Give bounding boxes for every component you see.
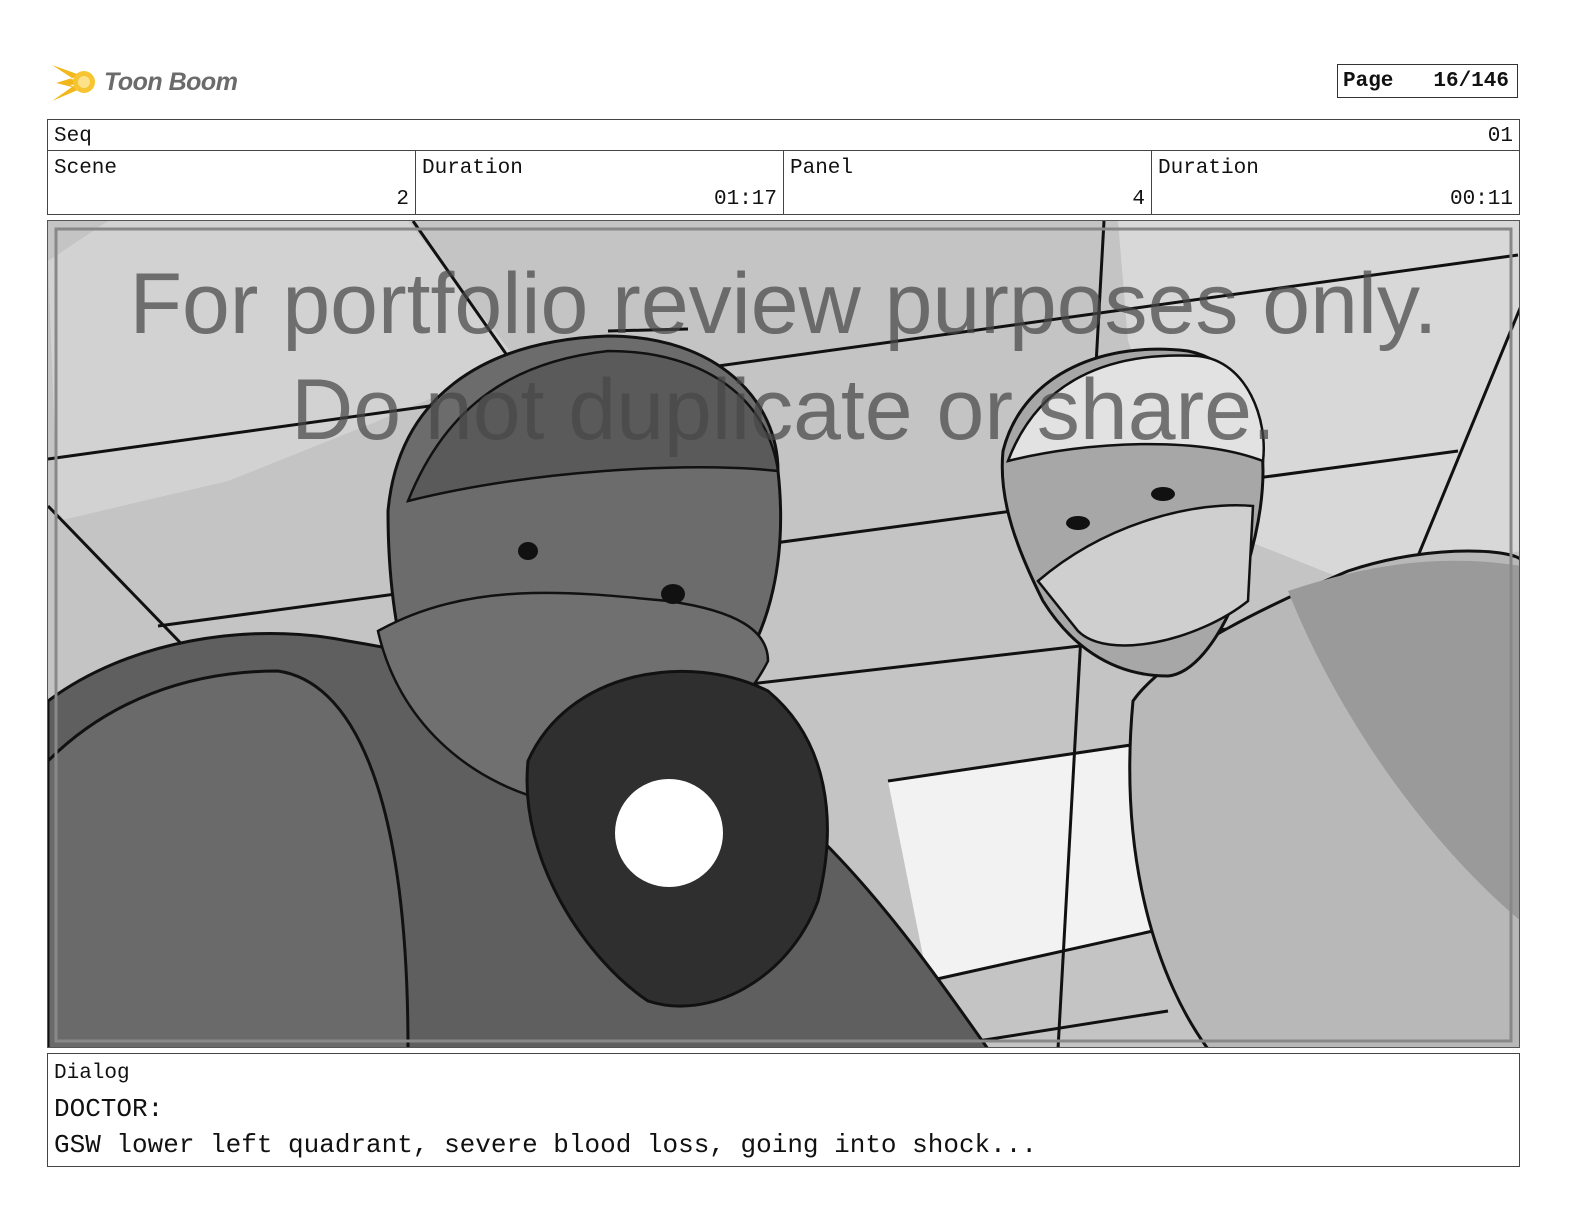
dialog-speaker: DOCTOR: (54, 1094, 164, 1124)
info-row: Scene 2 Duration 01:17 Panel 4 Duration … (47, 151, 1520, 215)
scene-duration-value: 01:17 (713, 188, 777, 211)
panel-duration-cell: Duration 00:11 (1152, 151, 1519, 214)
dialog-label: Dialog (54, 1062, 130, 1085)
panel-cell: Panel 4 (784, 151, 1152, 214)
scene-duration-label: Duration (422, 157, 523, 180)
panel-value: 4 (1132, 188, 1145, 211)
page-number: 16/146 (1433, 69, 1509, 93)
panel-duration-value: 00:11 (1449, 188, 1513, 211)
scene-cell: Scene 2 (48, 151, 416, 214)
logo-text: Toon Boom (104, 67, 238, 96)
watermark-line-1: For portfolio review purposes only. (129, 256, 1438, 352)
storyboard-panel: For portfolio review purposes only. Do n… (47, 220, 1520, 1048)
watermark-line-2: Do not duplicate or share. (291, 362, 1276, 458)
dialog-box: Dialog DOCTOR: GSW lower left quadrant, … (47, 1053, 1520, 1167)
dialog-text: GSW lower left quadrant, severe blood lo… (54, 1130, 1037, 1160)
toon-boom-logo: Toon Boom (50, 56, 238, 108)
scene-label: Scene (54, 157, 118, 180)
sequence-row: Seq 01 (47, 119, 1520, 151)
scene-value: 2 (396, 188, 409, 211)
page-label: Page (1343, 69, 1394, 93)
seq-value: 01 (1487, 125, 1513, 148)
panel-label: Panel (790, 157, 854, 180)
starburst-icon (52, 65, 96, 101)
panel-duration-label: Duration (1158, 157, 1259, 180)
page-indicator: Page 16/146 (1337, 64, 1518, 98)
scene-duration-cell: Duration 01:17 (416, 151, 784, 214)
seq-label: Seq (54, 125, 92, 148)
